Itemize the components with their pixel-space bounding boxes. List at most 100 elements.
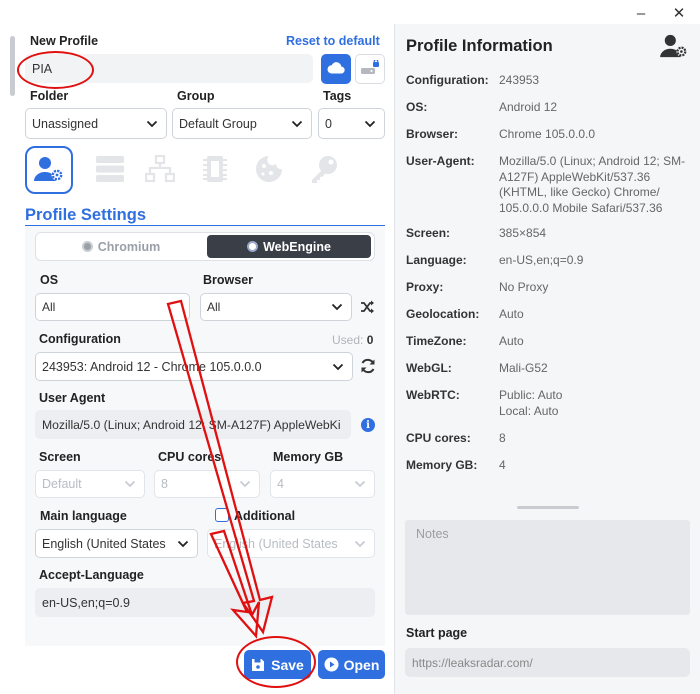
memory-select[interactable]: 4 — [270, 470, 375, 498]
refresh-icon — [360, 358, 376, 377]
browser-label: Browser — [203, 273, 254, 287]
info-key: WebGL: — [406, 361, 452, 375]
info-key: CPU cores: — [406, 431, 471, 445]
info-value: Chrome 105.0.0.0 — [499, 127, 596, 141]
configuration-select[interactable]: 243953: Android 12 - Chrome 105.0.0.0 — [35, 352, 353, 381]
info-key: Geolocation: — [406, 307, 480, 321]
chevron-down-icon — [146, 120, 158, 128]
chevron-down-icon — [354, 480, 366, 488]
tab-hardware[interactable] — [191, 146, 239, 194]
additional-label: Additional — [234, 509, 296, 523]
play-circle-icon — [324, 657, 339, 672]
main-language-label: Main language — [40, 509, 127, 523]
info-key: Language: — [406, 253, 467, 267]
info-value: Mali-G52 — [499, 361, 548, 375]
profile-owner-button[interactable] — [660, 34, 688, 61]
additional-checkbox[interactable] — [215, 508, 229, 522]
chevron-down-icon — [291, 120, 303, 128]
profile-name-input[interactable]: PIA — [25, 54, 313, 83]
cpu-cores-label: CPU cores — [158, 450, 222, 464]
info-key: OS: — [406, 100, 428, 114]
info-key: Memory GB: — [406, 458, 478, 472]
close-button[interactable]: ✕ — [670, 4, 688, 22]
user-gear-icon — [34, 156, 64, 185]
info-value: 243953 — [499, 73, 540, 87]
info-value: en-US,en;q=0.9 — [499, 253, 584, 267]
os-label: OS — [40, 273, 59, 287]
memory-label: Memory GB — [273, 450, 344, 464]
panel-resize-handle[interactable] — [517, 506, 579, 509]
start-page-label: Start page — [406, 626, 468, 640]
cloud-storage-button[interactable] — [321, 54, 351, 84]
info-value: 8 — [499, 431, 506, 445]
info-value: Mozilla/5.0 (Linux; Android 12; SM-A127F… — [499, 154, 686, 215]
network-icon — [144, 154, 176, 186]
main-language-select[interactable]: English (United States — [35, 529, 198, 558]
tab-profile-settings[interactable] — [25, 146, 73, 194]
info-value: Auto — [499, 307, 524, 321]
info-key: Screen: — [406, 226, 451, 240]
screen-select[interactable]: Default — [35, 470, 145, 498]
browser-select[interactable]: All — [200, 293, 352, 321]
folder-label: Folder — [30, 89, 69, 103]
profile-info-panel: Profile Information Configuration: 243953… — [394, 24, 700, 694]
info-icon[interactable]: i — [361, 418, 375, 432]
chevron-down-icon — [177, 540, 189, 548]
tags-select[interactable]: 0 — [318, 108, 385, 139]
folder-select[interactable]: Unassigned — [25, 108, 167, 139]
cloud-icon — [327, 61, 345, 77]
chevron-down-icon — [364, 120, 376, 128]
chromium-icon — [81, 241, 93, 252]
info-key: User-Agent: — [406, 154, 475, 168]
save-button[interactable]: Save — [244, 650, 311, 679]
accept-language-input[interactable]: en-US,en;q=0.9 — [35, 588, 375, 617]
shuffle-icon — [360, 300, 375, 317]
tab-network[interactable] — [136, 146, 184, 194]
start-page-input[interactable]: https://leaksradar.com/ — [405, 648, 690, 677]
chevron-down-icon — [124, 480, 136, 488]
local-storage-button[interactable] — [355, 54, 385, 84]
info-key: Configuration: — [406, 73, 489, 87]
info-key: Proxy: — [406, 280, 444, 294]
webengine-icon — [247, 241, 259, 252]
info-key: WebRTC: — [406, 388, 460, 402]
group-label: Group — [177, 89, 215, 103]
user-agent-input[interactable]: Mozilla/5.0 (Linux; Android 12; SM-A127F… — [35, 410, 351, 439]
info-value: 4 — [499, 458, 506, 472]
shuffle-button[interactable] — [360, 300, 375, 317]
info-value: Android 12 — [499, 100, 558, 114]
key-icon — [309, 154, 339, 187]
refresh-configuration-button[interactable] — [360, 358, 376, 377]
left-scrollbar[interactable] — [10, 36, 15, 96]
accept-language-label: Accept-Language — [39, 568, 144, 582]
notes-textarea[interactable]: Notes — [405, 520, 690, 615]
configuration-label: Configuration — [39, 332, 121, 346]
new-profile-label: New Profile — [30, 34, 99, 48]
info-value: No Proxy — [499, 280, 549, 294]
floppy-disk-icon — [251, 658, 265, 672]
chevron-down-icon — [332, 363, 344, 371]
used-counter: Used: 0 — [332, 333, 374, 347]
cpu-cores-select[interactable]: 8 — [154, 470, 260, 498]
server-icon — [94, 155, 126, 186]
user-agent-label: User Agent — [39, 391, 106, 405]
cookie-icon — [254, 154, 284, 187]
engine-webengine-option[interactable]: WebEngine — [207, 235, 371, 258]
reset-to-default-link[interactable]: Reset to default — [286, 34, 380, 48]
chevron-down-icon — [354, 540, 366, 548]
tab-cookies[interactable] — [245, 146, 293, 194]
open-button[interactable]: Open — [318, 650, 385, 679]
group-select[interactable]: Default Group — [172, 108, 312, 139]
tab-proxy[interactable] — [86, 146, 134, 194]
info-value: 385×854 — [499, 226, 547, 240]
profile-settings-title: Profile Settings — [25, 206, 147, 224]
tags-label: Tags — [323, 89, 352, 103]
info-key: Browser: — [406, 127, 459, 141]
os-select[interactable]: All — [35, 293, 190, 321]
minimize-button[interactable]: – — [632, 4, 650, 22]
profile-info-title: Profile Information — [406, 37, 553, 55]
user-gear-icon — [660, 34, 688, 61]
additional-language-select[interactable]: English (United States — [207, 529, 375, 558]
tab-passwords[interactable] — [300, 146, 348, 194]
engine-chromium-option[interactable]: Chromium — [40, 235, 202, 258]
